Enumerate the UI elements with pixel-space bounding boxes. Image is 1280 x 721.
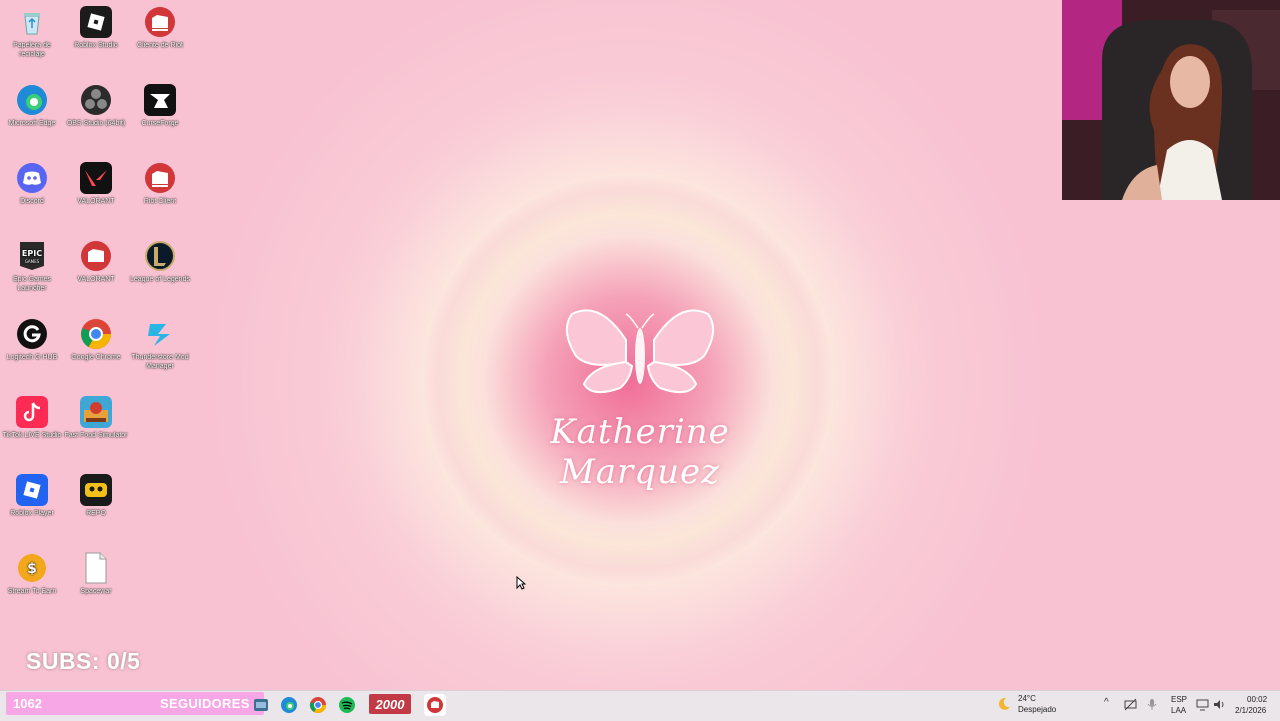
- roblox-studio-icon: [80, 6, 112, 38]
- followers-count: 1062: [13, 696, 42, 711]
- desktop-shortcut-label: League of Legends: [130, 276, 190, 283]
- weather-desc[interactable]: Despejado: [1018, 705, 1056, 715]
- taskbar-app-icon[interactable]: [250, 694, 272, 716]
- desktop-shortcut[interactable]: OBS Studio (64bit): [64, 84, 128, 128]
- league-icon: [144, 240, 176, 272]
- edge-icon: [16, 84, 48, 116]
- desktop-shortcut[interactable]: League of Legends: [128, 240, 192, 284]
- repo-game-icon: [80, 474, 112, 506]
- desktop-shortcut[interactable]: $ Stream To Earn: [0, 552, 64, 596]
- file-icon: [80, 552, 112, 584]
- spotify-icon: [339, 697, 355, 713]
- svg-text:GAMES: GAMES: [25, 259, 40, 264]
- desktop-shortcut[interactable]: REPO: [64, 474, 128, 518]
- mouse-cursor-icon: [516, 576, 526, 590]
- wallpaper-name: Katherine Marquez: [550, 412, 730, 492]
- clock-time[interactable]: 00:02: [1247, 695, 1267, 705]
- desktop-shortcut-label: Logitech G HUB: [6, 354, 58, 361]
- desktop-shortcut[interactable]: Riot Client: [128, 162, 192, 206]
- desktop-shortcut[interactable]: EPIC GAMES Epic Games Launcher: [0, 240, 64, 293]
- thunderstore-icon: [144, 318, 176, 350]
- svg-text:$: $: [27, 561, 37, 577]
- desktop-shortcut-label: Fast Food Simulator: [64, 432, 128, 439]
- butterfly-icon: [565, 309, 715, 394]
- desktop-shortcut[interactable]: TikTok LIVE Studio: [0, 396, 64, 440]
- chrome-icon: [80, 318, 112, 350]
- desktop-shortcut[interactable]: Microsoft Edge: [0, 84, 64, 128]
- fast-food-sim-icon: [80, 396, 112, 428]
- desktop-shortcut-label: OBS Studio (64bit): [66, 120, 126, 127]
- clock-date[interactable]: 2/1/2026: [1235, 706, 1266, 716]
- desktop-shortcut-label: Riot Client: [143, 198, 177, 205]
- desktop-shortcut[interactable]: Google Chrome: [64, 318, 128, 362]
- taskbar-chrome-button[interactable]: [307, 694, 329, 716]
- desktop-shortcut-label: VALORANT: [77, 198, 115, 205]
- riot-client-icon: [144, 162, 176, 194]
- taskbar-riot-button[interactable]: [424, 694, 446, 716]
- chevron-up-icon[interactable]: ^: [1104, 697, 1109, 708]
- discord-icon: [16, 162, 48, 194]
- language-bottom[interactable]: LAA: [1171, 706, 1186, 716]
- desktop-shortcut-label: Microsoft Edge: [8, 120, 56, 127]
- obs-icon: [80, 84, 112, 116]
- desktop-shortcut-label: REPO: [86, 510, 106, 517]
- desktop-shortcut[interactable]: CurseForge: [128, 84, 192, 128]
- followers-goal-badge: 2000: [369, 694, 411, 714]
- stream-to-earn-icon: $: [16, 552, 48, 584]
- tiktok-icon: [16, 396, 48, 428]
- moon-weather-icon: [998, 697, 1010, 710]
- desktop-shortcut-label: TikTok LIVE Studio: [2, 432, 62, 439]
- taskbar-spotify-button[interactable]: [336, 694, 358, 716]
- desktop-shortcut-label: Spacewar: [80, 588, 112, 595]
- desktop-shortcut-label: CurseForge: [141, 120, 179, 127]
- desktop-shortcut-label: Roblox Studio: [74, 42, 118, 49]
- desktop-shortcut[interactable]: Cliente de Riot: [128, 6, 192, 50]
- desktop-shortcut[interactable]: Logitech G HUB: [0, 318, 64, 362]
- logitech-icon: [16, 318, 48, 350]
- microphone-icon[interactable]: [1146, 698, 1158, 711]
- svg-text:EPIC: EPIC: [22, 249, 42, 258]
- weather-temp[interactable]: 24°C: [1018, 694, 1036, 704]
- speaker-icon[interactable]: [1212, 698, 1225, 711]
- desktop-shortcut-label: Discord: [20, 198, 44, 205]
- desktop-shortcut[interactable]: VALORANT: [64, 162, 128, 206]
- subs-goal-text: SUBS: 0/5: [26, 648, 141, 674]
- desktop-shortcut-label: Cliente de Riot: [137, 42, 183, 49]
- display-icon[interactable]: [1196, 698, 1209, 711]
- desktop-shortcut[interactable]: Papelera de reciclaje: [0, 6, 64, 59]
- desktop-shortcut[interactable]: VALORANT: [64, 240, 128, 284]
- desktop-shortcut[interactable]: Discord: [0, 162, 64, 206]
- curseforge-icon: [144, 84, 176, 116]
- desktop-shortcut-label: Google Chrome: [71, 354, 121, 361]
- desktop-shortcut-label: Papelera de reciclaje: [13, 42, 51, 58]
- streamer-webcam-icon: [1062, 0, 1280, 200]
- recycle-bin-icon: [16, 6, 48, 38]
- chrome-icon: [309, 697, 327, 714]
- followers-label: SEGUIDORES: [160, 696, 250, 711]
- desktop-shortcut[interactable]: Spacewar: [64, 552, 128, 596]
- taskbar-edge-button[interactable]: [278, 694, 300, 716]
- roblox-player-icon: [16, 474, 48, 506]
- edge-icon: [281, 697, 297, 713]
- riot-valorant-icon: [80, 240, 112, 272]
- desktop-shortcut[interactable]: Fast Food Simulator: [64, 396, 128, 440]
- desktop-shortcut-label: Thunderstore Mod Manager: [131, 354, 189, 370]
- desktop-shortcut[interactable]: Thunderstore Mod Manager: [128, 318, 192, 371]
- epic-games-icon: EPIC GAMES: [16, 240, 48, 272]
- network-off-icon[interactable]: [1124, 698, 1137, 711]
- desktop-shortcut-label: Stream To Earn: [7, 588, 57, 595]
- app-window-icon: [254, 699, 268, 711]
- riot-client-icon: [144, 6, 176, 38]
- wallpaper-brand: [480, 300, 800, 405]
- valorant-icon: [80, 162, 112, 194]
- desktop-shortcut-label: Roblox Player: [10, 510, 54, 517]
- webcam-overlay: [1062, 0, 1280, 200]
- desktop-shortcut[interactable]: Roblox Studio: [64, 6, 128, 50]
- desktop-shortcut[interactable]: Roblox Player: [0, 474, 64, 518]
- desktop-shortcut-label: VALORANT: [77, 276, 115, 283]
- desktop-shortcut-label: Epic Games Launcher: [12, 276, 52, 292]
- language-top[interactable]: ESP: [1171, 695, 1187, 705]
- riot-client-icon: [427, 697, 443, 713]
